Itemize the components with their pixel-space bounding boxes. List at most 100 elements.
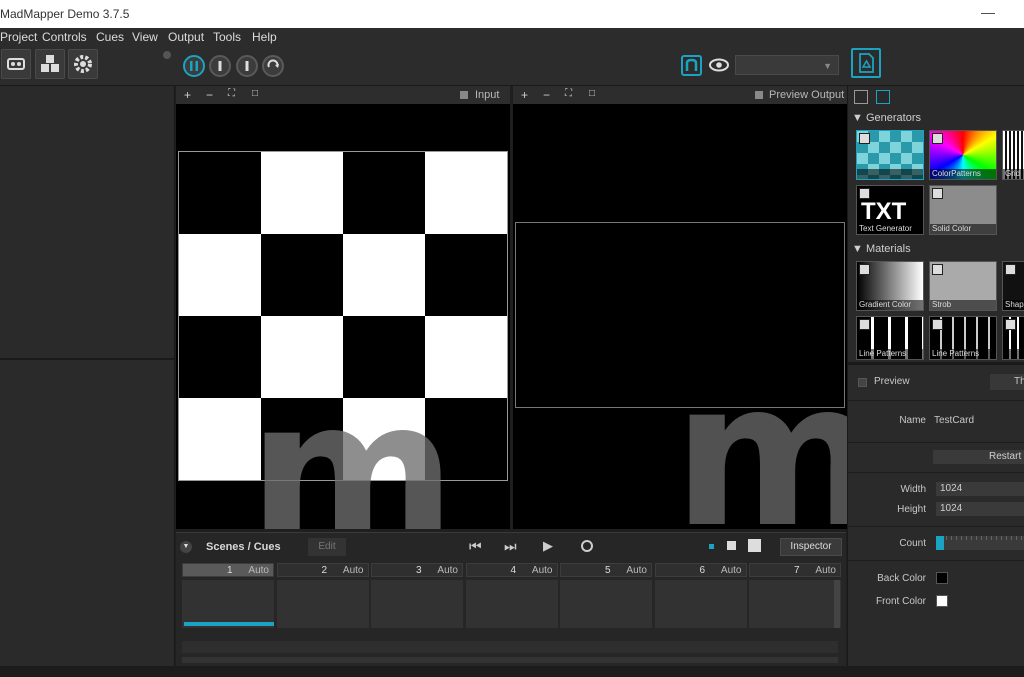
material-shape[interactable]: Shap <box>1002 261 1024 311</box>
previous-cue-icon[interactable]: ⏮ <box>469 538 482 555</box>
cue-cell[interactable] <box>465 580 558 628</box>
vertical-scrollbar[interactable] <box>834 580 840 628</box>
pause-button[interactable] <box>183 55 205 77</box>
next-cue-icon[interactable]: ⏭ <box>504 538 517 555</box>
cue-header[interactable]: 2 Auto <box>276 563 369 577</box>
materials-header[interactable]: ▼ Materials <box>852 243 911 255</box>
back-color-swatch[interactable] <box>936 572 948 584</box>
menu-output[interactable]: Output <box>168 30 204 44</box>
thumbnail-toggle-button[interactable]: Th <box>990 374 1024 390</box>
cue-number: 6 <box>699 565 706 576</box>
zoom-in-button[interactable]: + <box>184 88 191 102</box>
cue-mode[interactable]: Auto <box>437 565 458 576</box>
generator-grid[interactable]: Grid <box>1002 130 1024 180</box>
material-strob[interactable]: Strob <box>929 261 997 311</box>
frame-button[interactable]: □ <box>252 88 258 99</box>
cue-mode[interactable]: Auto <box>343 565 364 576</box>
generator-colorpatterns[interactable]: ColorPatterns <box>929 130 997 180</box>
menu-project[interactable]: Project <box>0 30 37 44</box>
output-view[interactable]: m <box>513 104 847 529</box>
thumb-caption: Grid <box>1003 169 1024 179</box>
small-view-icon[interactable] <box>709 544 714 549</box>
cue-mode[interactable]: Auto <box>248 565 269 576</box>
settings-button[interactable] <box>68 49 98 79</box>
cue-cell[interactable] <box>276 580 369 628</box>
library-divider[interactable] <box>848 362 1024 365</box>
stop-button[interactable] <box>209 55 231 77</box>
cue-header[interactable]: 6 Auto <box>654 563 747 577</box>
cue-cell[interactable] <box>560 580 652 628</box>
cue-header[interactable]: 3 Auto <box>371 563 463 577</box>
generators-header[interactable]: ▼ Generators <box>852 112 921 124</box>
material-lines-3[interactable] <box>1002 316 1024 360</box>
cue-header[interactable]: 5 Auto <box>560 563 652 577</box>
cubes-button[interactable] <box>35 49 65 79</box>
cue-number: 3 <box>416 565 422 576</box>
menu-tools[interactable]: Tools <box>213 30 241 44</box>
inspector-button[interactable]: Inspector <box>780 538 842 556</box>
generator-text[interactable]: TXT Text Generator <box>856 185 924 235</box>
input-checkbox[interactable] <box>460 91 468 99</box>
generator-testcard[interactable] <box>856 130 924 180</box>
stop-alt-button[interactable] <box>236 55 258 77</box>
separator <box>848 442 1024 443</box>
cue-mode[interactable]: Auto <box>815 565 836 576</box>
cue-cell[interactable] <box>749 580 841 628</box>
cue-header[interactable]: 1 Auto <box>182 563 274 577</box>
media-library-icon[interactable] <box>876 90 890 104</box>
cue-cell[interactable] <box>654 580 747 628</box>
zoom-out-button[interactable]: − <box>206 88 213 102</box>
height-input[interactable]: 1024 <box>936 502 1024 516</box>
edit-button[interactable]: Edit <box>308 538 346 556</box>
material-line-patterns-2[interactable]: Line Patterns <box>929 316 997 360</box>
loop-button[interactable] <box>262 55 284 77</box>
output-frame-button[interactable]: □ <box>589 88 595 99</box>
output-fit-button[interactable]: ⛶ <box>565 88 572 99</box>
material-line-patterns-1[interactable]: Line Patterns <box>856 316 924 360</box>
output-zoom-out-button[interactable]: − <box>543 88 550 102</box>
cue-mode[interactable]: Auto <box>626 565 647 576</box>
cue-number: 4 <box>510 565 517 576</box>
cue-header[interactable]: 4 Auto <box>465 563 558 577</box>
output-dropdown[interactable]: ▼ <box>735 55 839 75</box>
width-input[interactable]: 1024 <box>936 482 1024 496</box>
cue-mode[interactable]: Auto <box>721 565 742 576</box>
name-value[interactable]: TestCard <box>934 415 974 426</box>
restart-button[interactable]: Restart <box>933 450 1024 464</box>
medium-view-icon[interactable] <box>727 541 736 550</box>
projector-button[interactable] <box>1 49 31 79</box>
large-view-icon[interactable] <box>748 539 761 552</box>
fullscreen-output-button[interactable] <box>851 48 881 78</box>
preview-eye-button[interactable] <box>708 55 730 75</box>
cue-cell[interactable] <box>182 580 274 628</box>
input-view-header: + − ⛶ □ Input <box>176 86 510 104</box>
menu-cues[interactable]: Cues <box>96 30 124 44</box>
menu-help[interactable]: Help <box>252 30 277 44</box>
cue-header[interactable]: 7 Auto <box>749 563 841 577</box>
count-slider[interactable] <box>936 536 1024 550</box>
material-gradient-color[interactable]: Gradient Color <box>856 261 924 311</box>
preview-checkbox[interactable] <box>858 378 867 387</box>
count-slider-handle[interactable] <box>936 536 944 550</box>
menu-controls[interactable]: Controls <box>42 30 87 44</box>
left-panel-divider[interactable] <box>0 358 175 360</box>
checker-square <box>425 234 507 316</box>
preview-output-checkbox[interactable] <box>755 91 763 99</box>
record-icon[interactable] <box>581 540 593 552</box>
madmapper-output-button[interactable] <box>681 55 702 76</box>
cue-mode[interactable]: Auto <box>532 565 553 576</box>
play-icon[interactable]: ▶ <box>543 538 553 554</box>
thumb-caption: ColorPatterns <box>930 169 996 179</box>
thumb-caption: Strob <box>930 300 996 310</box>
menu-view[interactable]: View <box>132 30 158 44</box>
front-color-swatch[interactable] <box>936 595 948 607</box>
fit-button[interactable]: ⛶ <box>228 88 235 99</box>
cue-cell[interactable] <box>371 580 463 628</box>
horizontal-scrollbar[interactable] <box>182 657 838 663</box>
generator-solid-color[interactable]: Solid Color <box>929 185 997 235</box>
minimize-button[interactable]: — <box>978 4 998 22</box>
output-zoom-in-button[interactable]: + <box>521 88 528 102</box>
list-view-icon[interactable] <box>854 90 868 104</box>
input-view[interactable]: m <box>176 104 510 529</box>
collapse-scenes-icon[interactable]: ▼ <box>180 541 192 553</box>
